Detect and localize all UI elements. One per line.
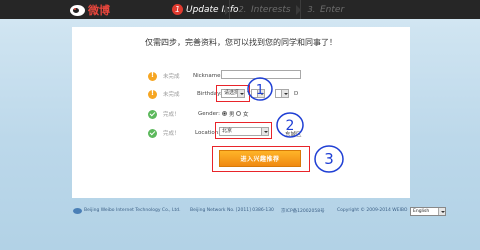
annotation-box-button — [212, 146, 310, 172]
warning-icon — [148, 71, 157, 81]
nickname-label: Nickname: — [193, 73, 223, 79]
checkmark-icon — [148, 109, 157, 119]
language-value: English — [413, 209, 430, 214]
gender-label: Gender: — [198, 111, 221, 117]
step-number: 3. — [307, 5, 316, 14]
annotation-number-1: 1 — [247, 77, 273, 101]
info-form-panel — [72, 27, 410, 198]
location-row: 完成！ — [148, 126, 180, 140]
location-status: 完成！ — [163, 131, 180, 137]
gender-female-label: 女 — [243, 112, 249, 118]
gender-row: 完成！ — [148, 107, 180, 121]
page-footer: Beijing Weibo Internet Technology Co., L… — [0, 206, 480, 218]
annotation-box-birthday — [216, 85, 250, 102]
step-label: Enter — [320, 4, 345, 15]
weibo-logo[interactable]: 微博 — [70, 3, 110, 17]
step-label: Interests — [251, 4, 291, 15]
annotation-number-3: 3 — [314, 145, 344, 173]
annotation-number-2: 2 — [276, 112, 304, 138]
footer-icp[interactable]: 京ICP备12002058号 — [281, 208, 325, 214]
gender-status: 完成！ — [163, 112, 180, 118]
nickname-status: 未完成 — [163, 74, 180, 80]
annotation-digit: 1 — [256, 83, 264, 98]
chevron-down-icon — [281, 90, 288, 97]
day-suffix: D — [294, 91, 299, 97]
weibo-footer-logo-icon — [73, 208, 82, 214]
step-interests: 2. Interests — [237, 3, 291, 16]
birthday-day-select[interactable] — [275, 89, 289, 98]
page-headline: 仅需四步，完善资料，您可以找到您的同学和同事了！ — [145, 38, 337, 47]
top-nav-bar: 微博 1 Update Info 2. Interests 3. Enter — [0, 0, 480, 19]
chevron-down-icon — [438, 208, 445, 215]
nickname-row: 未完成 — [148, 69, 180, 83]
annotation-digit: 2 — [286, 118, 295, 134]
step-separator — [225, 0, 230, 19]
birthday-row: 未完成 — [148, 87, 180, 101]
gender-female-radio[interactable] — [236, 111, 241, 116]
birthday-status: 未完成 — [163, 92, 180, 98]
warning-icon — [148, 89, 157, 99]
step-number: 2. — [238, 5, 247, 14]
step-label: Update Info — [186, 4, 239, 15]
weibo-eye-icon — [70, 4, 85, 16]
gender-male-radio[interactable] — [222, 111, 227, 116]
logo-text: 微博 — [88, 4, 110, 17]
footer-copyright: Copyright © 2009-2014 WEIBO — [337, 208, 408, 213]
annotation-digit: 3 — [324, 150, 334, 168]
step-number: 1 — [172, 4, 183, 15]
annotation-box-location — [215, 122, 272, 139]
gender-male-label: 男 — [229, 112, 235, 118]
step-enter: 3. Enter — [306, 3, 345, 16]
step-separator — [296, 0, 301, 19]
footer-company: Beijing Weibo Internet Technology Co., L… — [84, 208, 181, 213]
language-select[interactable]: English — [410, 207, 446, 216]
footer-network: Beijing Network No. [2011] 0386-130 — [190, 208, 274, 213]
checkmark-icon — [148, 128, 157, 138]
